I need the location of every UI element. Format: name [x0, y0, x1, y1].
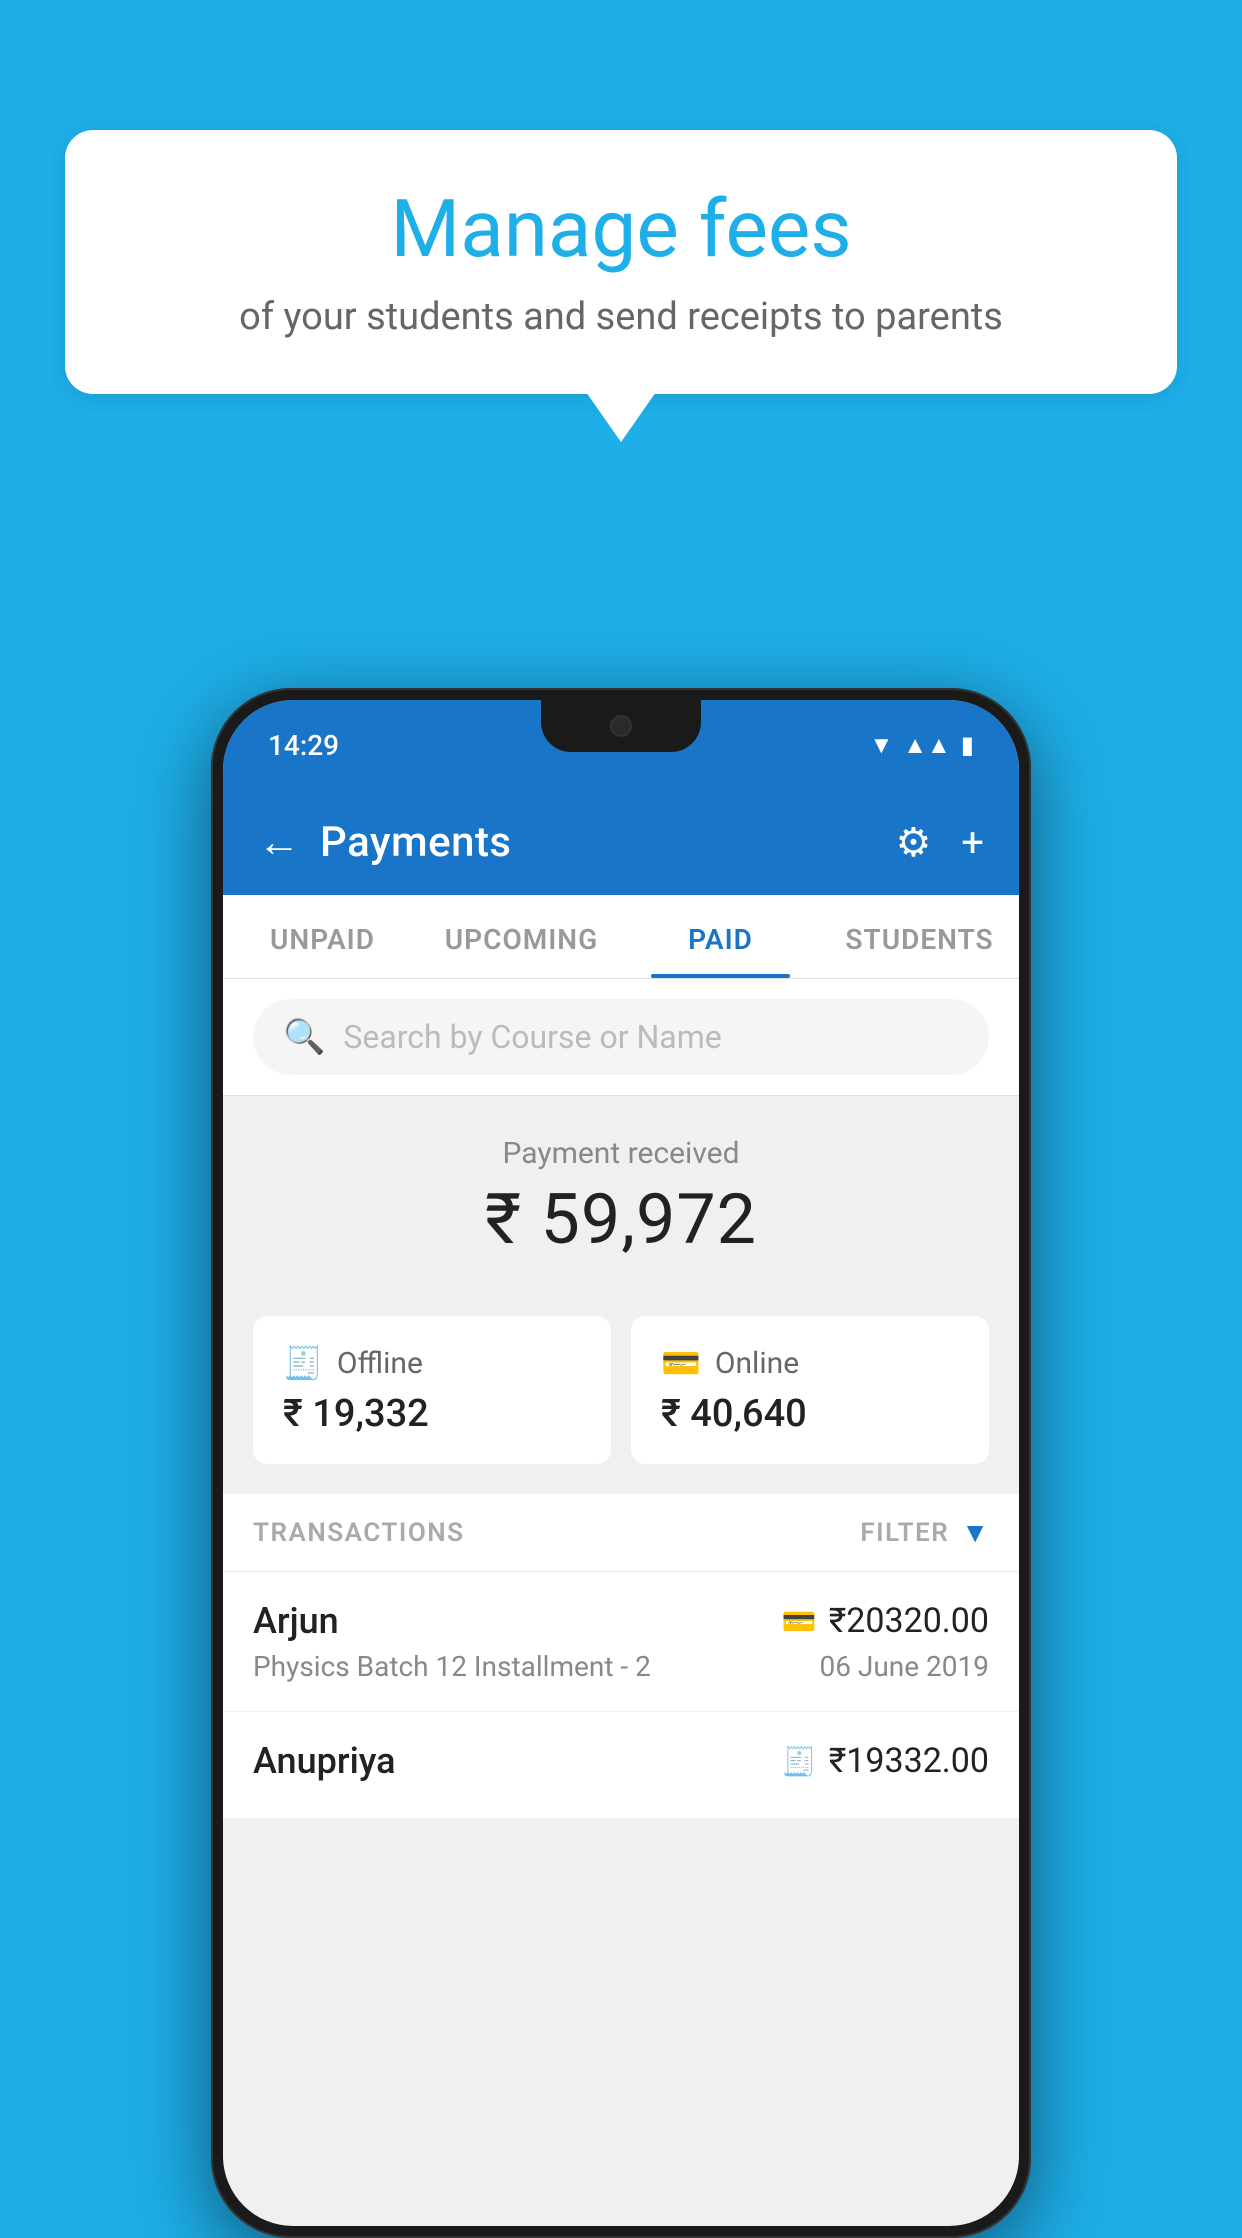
offline-icon: 🧾 — [283, 1344, 323, 1382]
phone-inner: 14:29 ▼ ▲▲ ▮ ← Payments ⚙ + UNPAID UPCOM… — [223, 700, 1019, 2226]
phone-notch — [541, 700, 701, 752]
tabs-bar: UNPAID UPCOMING PAID STUDENTS — [223, 895, 1019, 979]
transactions-header: TRANSACTIONS FILTER ▼ — [223, 1494, 1019, 1572]
payment-summary: Payment received ₹ 59,972 — [223, 1096, 1019, 1296]
app-bar-actions: ⚙ + — [895, 819, 984, 866]
search-input-wrapper[interactable]: 🔍 Search by Course or Name — [253, 999, 989, 1075]
speech-bubble: Manage fees of your students and send re… — [65, 130, 1177, 394]
speech-bubble-subtitle: of your students and send receipts to pa… — [135, 291, 1107, 344]
signal-icon: ▲▲ — [903, 731, 951, 760]
status-icons: ▼ ▲▲ ▮ — [870, 731, 975, 760]
transaction-name-anupriya: Anupriya — [253, 1740, 396, 1782]
phone-frame: 14:29 ▼ ▲▲ ▮ ← Payments ⚙ + UNPAID UPCOM… — [211, 688, 1031, 2238]
filter-container[interactable]: FILTER ▼ — [860, 1516, 989, 1549]
transaction-date-arjun: 06 June 2019 — [819, 1650, 989, 1683]
offline-card-header: 🧾 Offline — [283, 1344, 581, 1382]
transactions-label: TRANSACTIONS — [253, 1518, 465, 1548]
online-card-header: 💳 Online — [661, 1344, 959, 1382]
cash-icon: 🧾 — [782, 1745, 817, 1778]
back-button[interactable]: ← — [258, 818, 300, 867]
transaction-amount-anupriya: ₹19332.00 — [829, 1741, 989, 1781]
transaction-row[interactable]: Arjun 💳 ₹20320.00 Physics Batch 12 Insta… — [223, 1572, 1019, 1712]
online-amount: ₹ 40,640 — [661, 1392, 959, 1436]
app-bar-title: Payments — [320, 818, 895, 867]
transaction-top-anupriya: Anupriya 🧾 ₹19332.00 — [253, 1740, 989, 1782]
add-icon[interactable]: + — [961, 819, 984, 866]
tab-unpaid[interactable]: UNPAID — [223, 895, 422, 978]
status-bar: 14:29 ▼ ▲▲ ▮ — [223, 700, 1019, 790]
payment-received-label: Payment received — [253, 1136, 989, 1171]
filter-icon: ▼ — [961, 1516, 989, 1549]
online-payment-card: 💳 Online ₹ 40,640 — [631, 1316, 989, 1464]
camera — [610, 715, 632, 737]
tab-students[interactable]: STUDENTS — [820, 895, 1019, 978]
tab-upcoming[interactable]: UPCOMING — [422, 895, 621, 978]
transaction-amount-wrapper-anupriya: 🧾 ₹19332.00 — [782, 1741, 989, 1781]
battery-icon: ▮ — [961, 731, 974, 759]
online-label: Online — [715, 1346, 799, 1381]
search-container: 🔍 Search by Course or Name — [223, 979, 1019, 1096]
offline-amount: ₹ 19,332 — [283, 1392, 581, 1436]
transaction-amount-wrapper-arjun: 💳 ₹20320.00 — [782, 1601, 989, 1641]
credit-card-icon: 💳 — [782, 1605, 817, 1638]
payment-cards: 🧾 Offline ₹ 19,332 💳 Online ₹ 40,640 — [223, 1296, 1019, 1494]
search-icon: 🔍 — [283, 1017, 325, 1057]
search-placeholder: Search by Course or Name — [343, 1018, 721, 1056]
speech-bubble-container: Manage fees of your students and send re… — [65, 130, 1177, 442]
transaction-row-anupriya[interactable]: Anupriya 🧾 ₹19332.00 — [223, 1712, 1019, 1819]
tab-paid[interactable]: PAID — [621, 895, 820, 978]
filter-label: FILTER — [860, 1518, 949, 1548]
speech-bubble-arrow — [586, 392, 656, 442]
status-time: 14:29 — [268, 729, 339, 762]
wifi-icon: ▼ — [870, 731, 894, 760]
transaction-top-arjun: Arjun 💳 ₹20320.00 — [253, 1600, 989, 1642]
app-bar: ← Payments ⚙ + — [223, 790, 1019, 895]
settings-icon[interactable]: ⚙ — [895, 819, 931, 866]
transaction-course-arjun: Physics Batch 12 Installment - 2 — [253, 1650, 651, 1683]
transaction-name-arjun: Arjun — [253, 1600, 339, 1642]
transaction-amount-arjun: ₹20320.00 — [829, 1601, 989, 1641]
transaction-bottom-arjun: Physics Batch 12 Installment - 2 06 June… — [253, 1650, 989, 1683]
offline-label: Offline — [337, 1346, 423, 1381]
online-icon: 💳 — [661, 1344, 701, 1382]
payment-total-amount: ₹ 59,972 — [253, 1179, 989, 1261]
speech-bubble-title: Manage fees — [135, 185, 1107, 273]
offline-payment-card: 🧾 Offline ₹ 19,332 — [253, 1316, 611, 1464]
